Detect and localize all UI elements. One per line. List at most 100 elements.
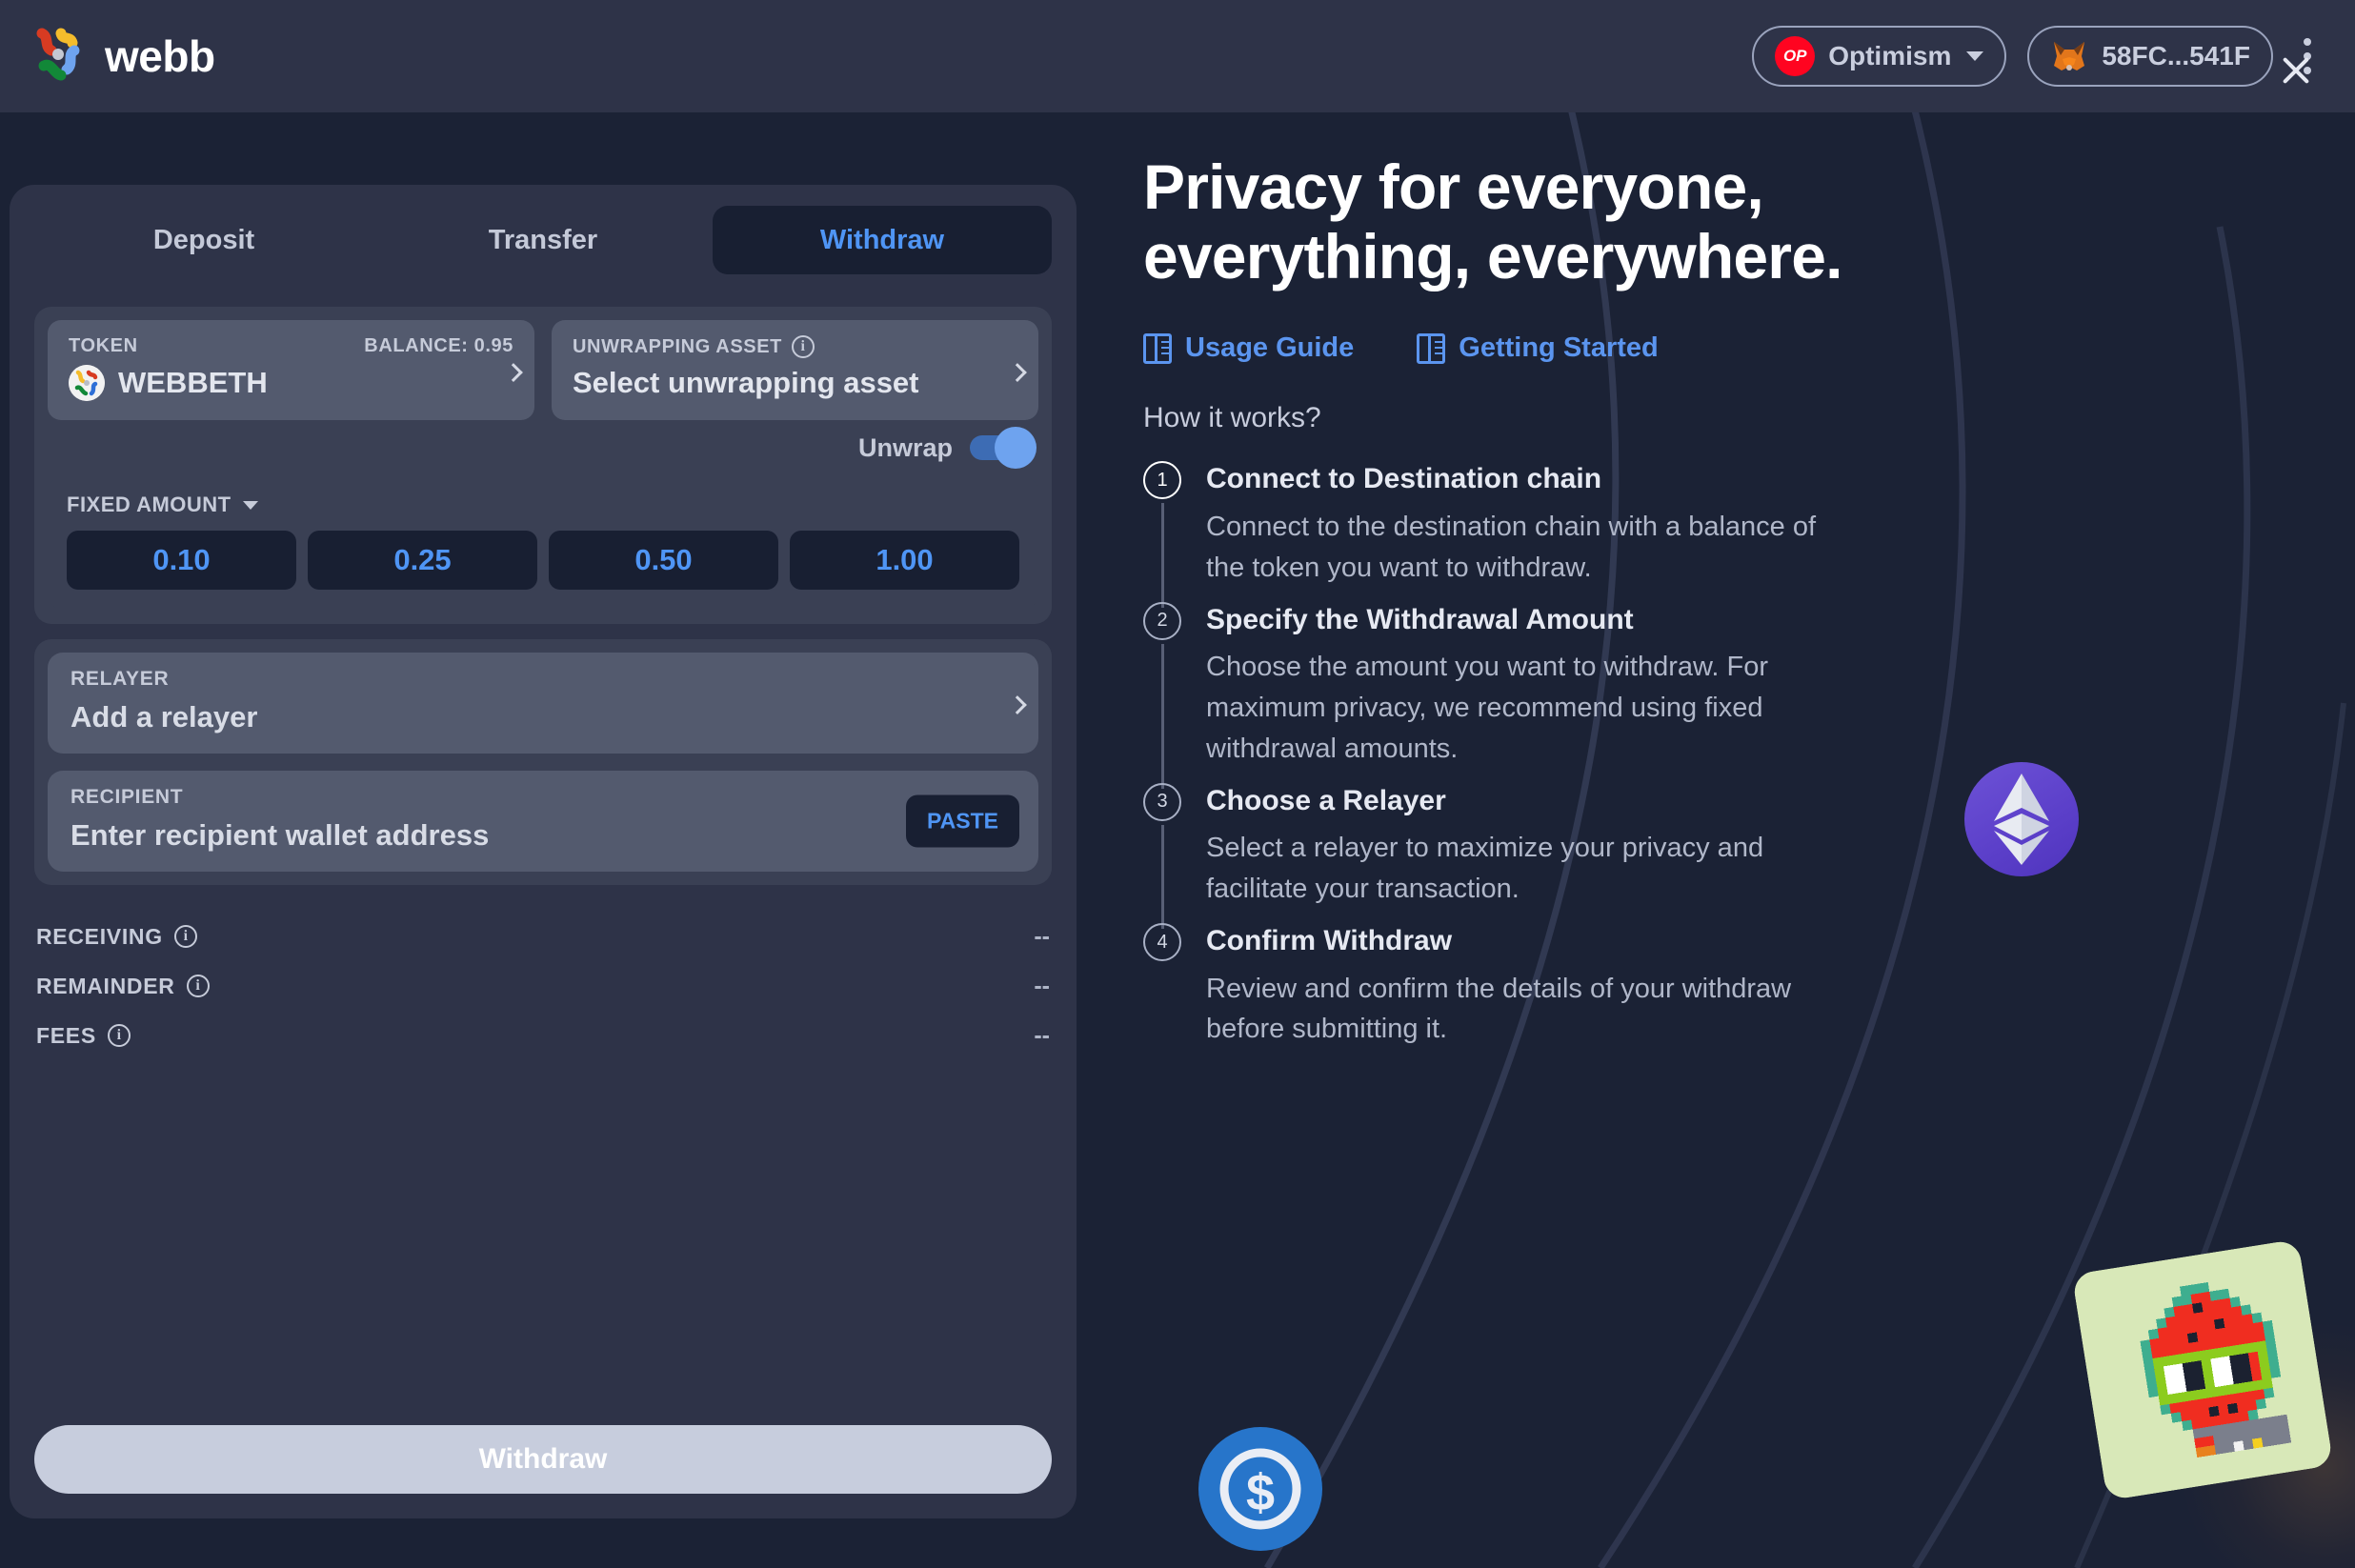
summary-row-receiving: RECEIVING i -- [36,917,1050,955]
info-icon[interactable]: i [173,925,197,948]
step-1: 1 Connect to Destination chain Connect t… [1143,461,2344,608]
step-title: Confirm Withdraw [1206,925,1453,957]
tab-deposit[interactable]: Deposit [34,206,373,274]
step-2: 2 Specify the Withdrawal Amount Choose t… [1143,601,2344,789]
step-connector [1161,643,1164,789]
unwrap-toggle[interactable] [970,427,1037,469]
withdraw-submit-button[interactable]: Withdraw [34,1425,1052,1494]
usdc-coin-icon: $ [1198,1427,1322,1551]
amount-group: FIXED AMOUNT 0.10 0.25 0.50 1.00 [48,475,1038,611]
unwrap-label: Unwrap [857,432,953,462]
step-title: Choose a Relayer [1206,784,1446,816]
brand[interactable]: webb [32,28,215,85]
pixel-watermelon-character-icon [2071,1238,2334,1501]
summary-key: RECEIVING [36,923,163,949]
panel-title-line2: everything, everywhere. [1143,220,1842,291]
relayer-value: Add a relayer [70,700,258,734]
recipient-label: RECIPIENT [70,786,184,808]
link-getting-started[interactable]: Getting Started [1417,332,1659,364]
amount-option-1[interactable]: 0.25 [308,531,537,590]
step-description: Review and confirm the details of your w… [1206,973,1792,1045]
step-description: Connect to the destination chain with a … [1206,511,1817,583]
pixel-art-nft-card [2071,1238,2334,1501]
step-number: 2 [1143,601,1181,640]
unwrapping-asset-selector[interactable]: UNWRAPPING ASSET i Select unwrapping ass… [552,320,1038,420]
step-connector [1161,824,1164,930]
fixed-amount-options: 0.10 0.25 0.50 1.00 [67,531,1019,590]
unwrapping-asset-value: Select unwrapping asset [573,366,919,399]
network-selector[interactable]: OP Optimism [1752,26,2007,87]
close-icon[interactable] [2275,50,2317,91]
chevron-down-icon [1966,51,1984,61]
link-label: Getting Started [1459,332,1659,364]
summary-row-remainder: REMAINDER i -- [36,967,1050,1005]
app-header: webb OP Optimism 58FC...541F [0,0,2355,112]
link-label: Usage Guide [1185,332,1355,364]
token-label: TOKEN [69,335,138,356]
optimism-badge-icon: OP [1775,36,1816,76]
panel-links: Usage Guide Getting Started [1143,332,2344,364]
metamask-fox-icon [2054,42,2085,70]
wallet-address: 58FC...541F [2102,41,2250,70]
book-icon [1417,332,1446,364]
link-usage-guide[interactable]: Usage Guide [1143,332,1354,364]
summary-key: FEES [36,1022,96,1048]
token-selector[interactable]: TOKEN BALANCE: 0.95 WEBBETH [48,320,534,420]
relayer-recipient-group: RELAYER Add a relayer RECIPIENT Enter re… [34,639,1052,885]
toggle-knob [995,427,1037,469]
svg-text:$: $ [1246,1464,1275,1521]
summary-key: REMAINDER [36,973,175,998]
amount-option-0[interactable]: 0.10 [67,531,296,590]
summary-value: -- [1034,922,1050,950]
summary-value: -- [1034,1021,1050,1049]
amount-option-2[interactable]: 0.50 [549,531,778,590]
panel-title-line1: Privacy for everyone, [1143,151,1764,222]
step-number: 1 [1143,461,1181,500]
ethereum-coin-icon [1964,762,2079,876]
how-it-works-title: How it works? [1143,402,1321,434]
info-icon[interactable]: i [791,335,815,358]
relayer-label: RELAYER [70,668,170,690]
steps-list: 1 Connect to Destination chain Connect t… [1143,461,2344,1063]
step-4: 4 Confirm Withdraw Review and confirm th… [1143,923,2344,1063]
token-value: WEBBETH [118,366,268,399]
info-panel: Privacy for everyone, everything, everyw… [1143,152,2344,1063]
step-number: 3 [1143,782,1181,821]
token-group: TOKEN BALANCE: 0.95 WEBBETH UNWRAPPING A… [34,307,1052,624]
amount-mode-label: FIXED AMOUNT [67,493,231,516]
step-description: Select a relayer to maximize your privac… [1206,833,1764,905]
info-icon[interactable]: i [186,975,210,997]
tab-transfer[interactable]: Transfer [373,206,713,274]
token-balance: BALANCE: 0.95 [364,335,513,356]
webb-token-icon [69,365,105,401]
chevron-down-icon [242,500,258,510]
step-title: Specify the Withdrawal Amount [1206,603,1634,635]
unwrap-toggle-row: Unwrap [48,420,1038,475]
step-description: Choose the amount you want to withdraw. … [1206,652,1768,764]
summary-value: -- [1034,972,1050,999]
wallet-button[interactable]: 58FC...541F [2027,26,2273,87]
recipient-field[interactable]: RECIPIENT Enter recipient wallet address… [48,771,1038,872]
info-icon[interactable]: i [107,1024,131,1047]
tab-withdraw[interactable]: Withdraw [713,206,1052,274]
summary-row-fees: FEES i -- [36,1016,1050,1055]
network-label: Optimism [1828,41,1952,70]
summary-list: RECEIVING i -- REMAINDER i -- FEES i -- [34,900,1052,1055]
step-title: Connect to Destination chain [1206,463,1602,495]
book-icon [1143,332,1172,364]
amount-option-3[interactable]: 1.00 [790,531,1019,590]
unwrapping-asset-label: UNWRAPPING ASSET [573,335,782,357]
withdraw-card: Deposit Transfer Withdraw TOKEN BALANCE:… [10,185,1077,1518]
webb-logo-icon [32,28,91,85]
step-3: 3 Choose a Relayer Select a relayer to m… [1143,782,2344,930]
header-actions: OP Optimism 58FC...541F [1752,26,2321,87]
amount-mode-dropdown[interactable]: FIXED AMOUNT [67,493,1019,517]
step-number: 4 [1143,923,1181,962]
mode-tabs: Deposit Transfer Withdraw [34,206,1052,274]
brand-name: webb [105,31,215,81]
recipient-input[interactable]: Enter recipient wallet address [70,818,1016,853]
paste-button[interactable]: PASTE [906,794,1019,848]
relayer-selector[interactable]: RELAYER Add a relayer [48,653,1038,754]
step-connector [1161,503,1164,608]
app-root: webb OP Optimism 58FC...541F Deposit Tra… [0,0,2355,1568]
